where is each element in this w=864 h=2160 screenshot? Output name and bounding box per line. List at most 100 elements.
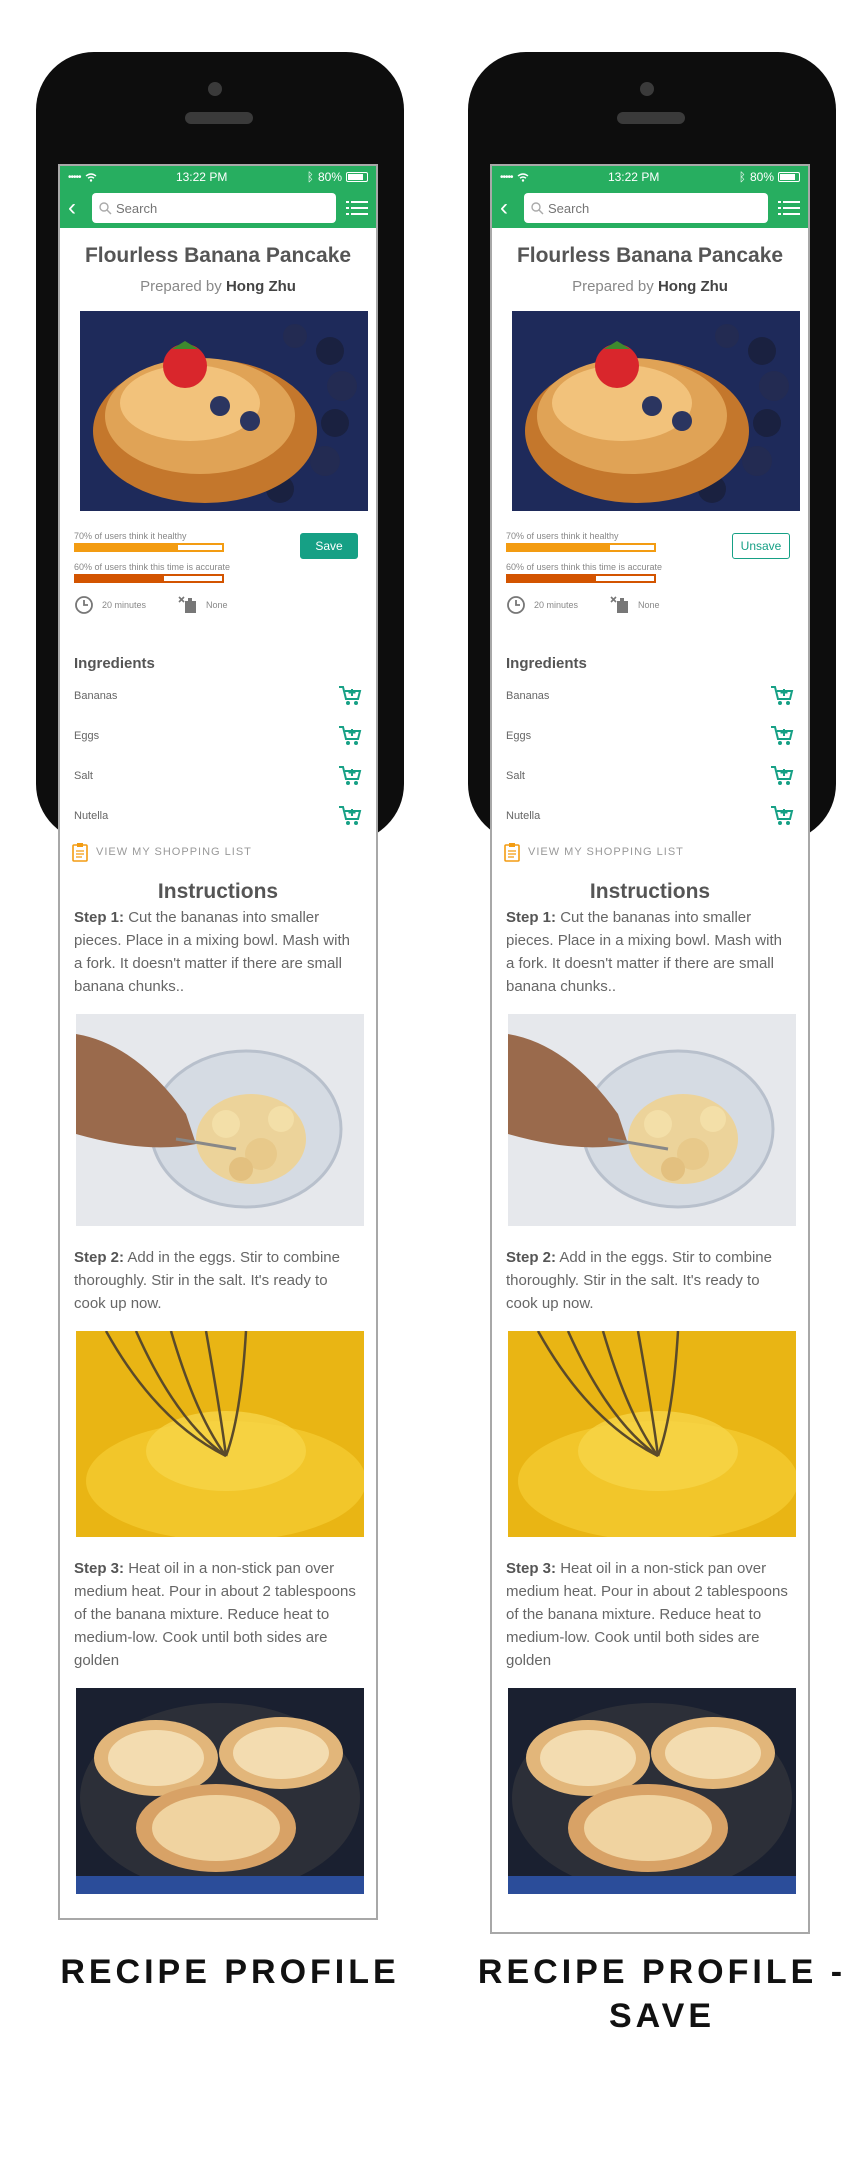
recipe-hero-image — [80, 311, 368, 511]
step-2-image — [508, 1331, 796, 1537]
wifi-icon — [85, 172, 96, 182]
author-name[interactable]: Hong Zhu — [226, 278, 296, 295]
battery-percent: 80% — [317, 170, 342, 184]
recipe-content: Flourless Banana Pancake Prepared by Hon… — [492, 244, 808, 1894]
prepared-prefix: Prepared by — [572, 278, 654, 295]
instruction-step-3: Step 3: Heat oil in a non-stick pan over… — [506, 1557, 794, 1672]
ingredient-name: Bananas — [74, 690, 118, 702]
rating-label-time: 60% of users think this time is accurate — [506, 562, 663, 572]
step-label: Step 1: — [74, 909, 125, 926]
allergen-icon — [610, 596, 629, 613]
step-1-image — [508, 1014, 796, 1226]
add-to-cart-icon[interactable] — [338, 685, 362, 707]
search-input[interactable] — [116, 200, 316, 216]
instruction-step-2: Step 2: Add in the eggs. Stir to combine… — [74, 1246, 362, 1315]
allergen-value: None — [638, 600, 660, 610]
phone-speaker — [617, 112, 685, 124]
save-button[interactable]: Save — [300, 533, 358, 559]
shopping-list-label: VIEW MY SHOPPING LIST — [96, 846, 252, 858]
ingredient-list: Bananas Eggs Salt Nutella — [74, 676, 362, 836]
step-label: Step 3: — [506, 1560, 557, 1577]
add-to-cart-icon[interactable] — [338, 725, 362, 747]
clock-icon — [507, 596, 525, 614]
search-icon — [531, 202, 544, 215]
status-time: 13:22 PM — [175, 170, 228, 184]
ingredient-name: Eggs — [506, 730, 532, 742]
back-icon[interactable]: ‹ — [68, 196, 82, 220]
prepared-prefix: Prepared by — [140, 278, 222, 295]
search-box[interactable] — [92, 193, 336, 223]
ingredient-name: Salt — [74, 770, 93, 782]
allergen-value: None — [206, 600, 228, 610]
step-3-image — [76, 1688, 364, 1894]
ingredients-title: Ingredients — [506, 655, 587, 672]
bluetooth-icon: ᛒ — [306, 170, 314, 184]
step-label: Step 2: — [506, 1249, 557, 1266]
step-2-image — [76, 1331, 364, 1537]
recipe-title: Flourless Banana Pancake — [84, 244, 352, 267]
step-3-image — [508, 1688, 796, 1894]
instruction-step-2: Step 2: Add in the eggs. Stir to combine… — [506, 1246, 794, 1315]
step-1-image — [76, 1014, 364, 1226]
add-to-cart-icon[interactable] — [770, 685, 794, 707]
rating-fill-healthy — [76, 545, 179, 550]
rating-fill-time — [508, 576, 596, 581]
ingredient-name: Eggs — [74, 730, 100, 742]
back-icon[interactable]: ‹ — [500, 196, 514, 220]
add-to-cart-icon[interactable] — [338, 765, 362, 787]
status-time: 13:22 PM — [607, 170, 660, 184]
view-shopping-list-link[interactable]: VIEW MY SHOPPING LIST — [504, 842, 794, 862]
status-bar: ••••• 13:22 PM ᛒ 80% — [492, 166, 808, 188]
instructions-title: Instructions — [589, 880, 711, 903]
cook-time: 20 minutes — [102, 600, 147, 610]
search-box[interactable] — [524, 193, 768, 223]
step-label: Step 3: — [74, 1560, 125, 1577]
clock-icon — [75, 596, 93, 614]
wifi-icon — [517, 172, 528, 182]
prepared-by: Prepared by Hong Zhu — [506, 278, 794, 295]
step-label: Step 2: — [74, 1249, 125, 1266]
status-bar: ••••• 13:22 PM ᛒ 80% — [60, 166, 376, 188]
phone-speaker — [185, 112, 253, 124]
rating-bar-healthy — [74, 543, 224, 552]
recipe-content: Flourless Banana Pancake Prepared by Hon… — [60, 244, 376, 1894]
instruction-step-1: Step 1: Cut the bananas into smaller pie… — [74, 906, 362, 998]
shopping-list-label: VIEW MY SHOPPING LIST — [528, 846, 684, 858]
add-to-cart-icon[interactable] — [338, 805, 362, 827]
menu-icon[interactable] — [346, 199, 368, 217]
rating-fill-healthy — [508, 545, 611, 550]
recipe-title: Flourless Banana Pancake — [516, 244, 784, 267]
add-to-cart-icon[interactable] — [770, 765, 794, 787]
add-to-cart-icon[interactable] — [770, 805, 794, 827]
rating-section: 70% of users think it healthy 60% of use… — [74, 531, 362, 641]
top-navbar: ‹ — [492, 188, 808, 228]
clipboard-icon — [72, 843, 88, 862]
add-to-cart-icon[interactable] — [770, 725, 794, 747]
mockup-recipe-profile-save: ••••• 13:22 PM ᛒ 80% ‹ Flourless Banana … — [462, 0, 862, 2160]
top-navbar: ‹ — [60, 188, 376, 228]
instruction-step-3: Step 3: Heat oil in a non-stick pan over… — [74, 1557, 362, 1672]
app-screen: ••••• 13:22 PM ᛒ 80% ‹ Flourless Banana … — [58, 164, 378, 1920]
author-name[interactable]: Hong Zhu — [658, 278, 728, 295]
recipe-hero-image — [512, 311, 800, 511]
rating-bar-time — [74, 574, 224, 583]
phone-camera — [640, 82, 654, 96]
rating-bar-time — [506, 574, 656, 583]
unsave-button[interactable]: Unsave — [732, 533, 790, 559]
ingredient-item: Nutella — [506, 796, 794, 836]
mockup-recipe-profile: ••••• 13:22 PM ᛒ 80% ‹ Flourless Banana … — [30, 0, 430, 2160]
search-input[interactable] — [548, 200, 748, 216]
app-screen: ••••• 13:22 PM ᛒ 80% ‹ Flourless Banana … — [490, 164, 810, 1934]
step-label: Step 1: — [506, 909, 557, 926]
view-shopping-list-link[interactable]: VIEW MY SHOPPING LIST — [72, 842, 362, 862]
ingredient-name: Salt — [506, 770, 525, 782]
ingredients-title: Ingredients — [74, 655, 155, 672]
battery-icon — [778, 172, 800, 182]
ingredient-item: Bananas — [74, 676, 362, 716]
allergen-icon — [178, 596, 197, 613]
ingredient-item: Bananas — [506, 676, 794, 716]
ingredient-name: Nutella — [506, 810, 541, 822]
menu-icon[interactable] — [778, 199, 800, 217]
cook-time: 20 minutes — [534, 600, 579, 610]
rating-label-time: 60% of users think this time is accurate — [74, 562, 231, 572]
